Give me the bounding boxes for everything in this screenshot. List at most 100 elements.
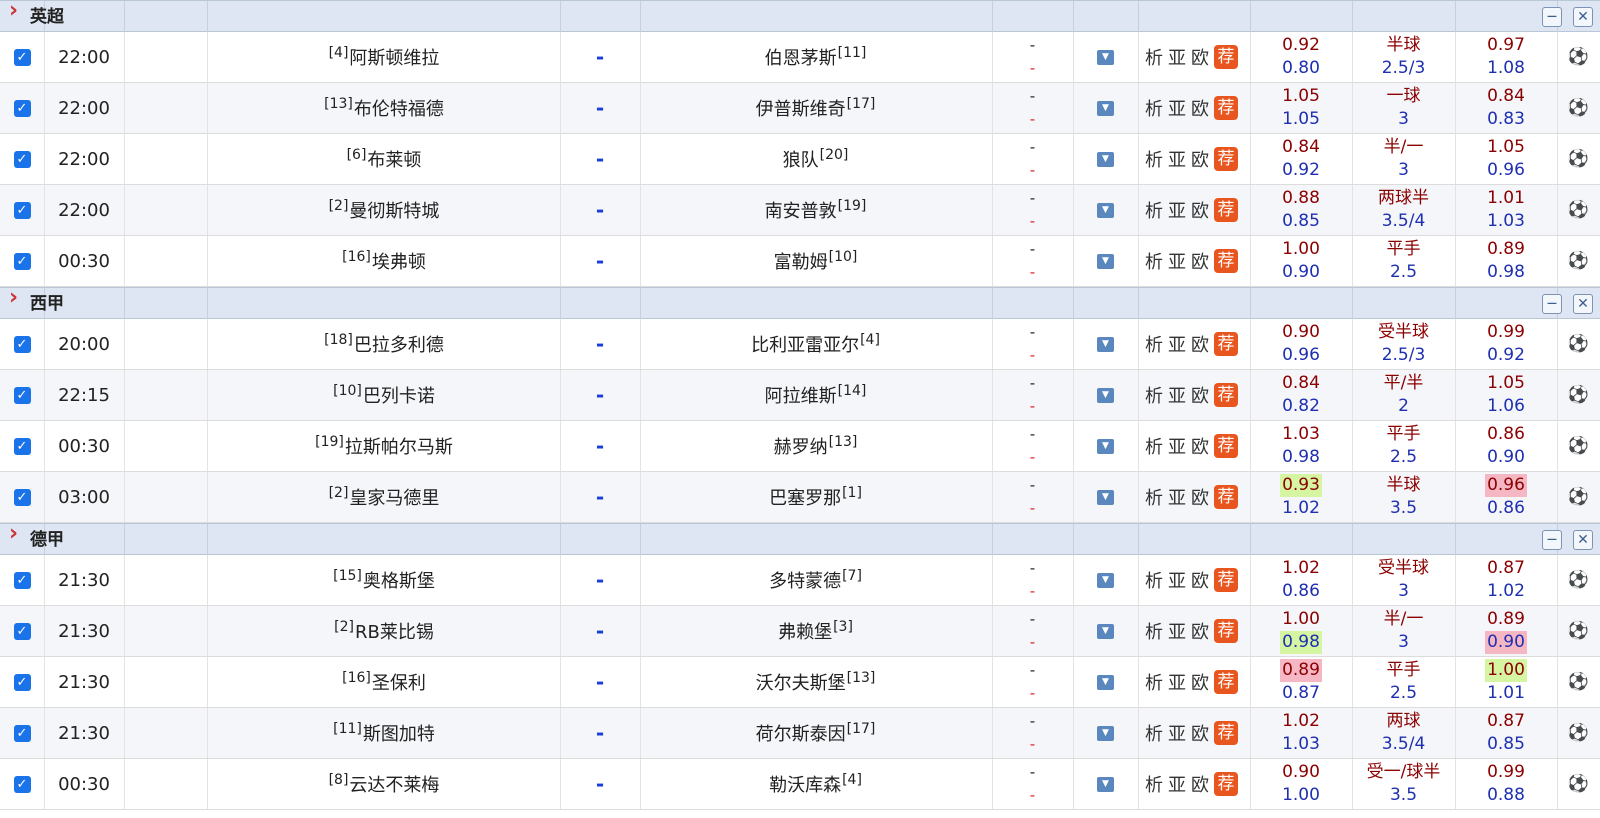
checkbox-checked-icon[interactable]: ✓ — [13, 724, 31, 742]
home-team[interactable]: [10]巴列卡诺 — [332, 382, 435, 408]
football-icon[interactable]: ⚽ — [1568, 436, 1589, 456]
away-team[interactable]: 比利亚雷亚尔[4] — [751, 331, 881, 357]
away-team[interactable]: 阿拉维斯[14] — [765, 382, 868, 408]
home-team[interactable]: [16]圣保利 — [341, 669, 426, 695]
football-icon[interactable]: ⚽ — [1568, 47, 1589, 67]
away-team[interactable]: 多特蒙德[7] — [769, 567, 863, 593]
euro-odds-link[interactable]: 欧 — [1191, 771, 1209, 797]
checkbox-checked-icon[interactable]: ✓ — [13, 775, 31, 793]
dropdown-arrow-icon[interactable]: ▼ — [1097, 202, 1114, 218]
asia-odds-link[interactable]: 亚 — [1168, 720, 1186, 746]
football-icon[interactable]: ⚽ — [1568, 149, 1589, 169]
football-icon[interactable]: ⚽ — [1568, 774, 1589, 794]
recommend-badge[interactable]: 荐 — [1214, 147, 1238, 171]
checkbox-checked-icon[interactable]: ✓ — [13, 48, 31, 66]
euro-odds-link[interactable]: 欧 — [1191, 433, 1209, 459]
football-icon[interactable]: ⚽ — [1568, 570, 1589, 590]
asia-odds-link[interactable]: 亚 — [1168, 331, 1186, 357]
asia-odds-link[interactable]: 亚 — [1168, 618, 1186, 644]
football-icon[interactable]: ⚽ — [1568, 98, 1589, 118]
football-icon[interactable]: ⚽ — [1568, 672, 1589, 692]
asia-odds-link[interactable]: 亚 — [1168, 197, 1186, 223]
euro-odds-link[interactable]: 欧 — [1191, 618, 1209, 644]
home-team[interactable]: [2]RB莱比锡 — [333, 618, 434, 644]
checkbox-checked-icon[interactable]: ✓ — [13, 673, 31, 691]
away-team[interactable]: 巴塞罗那[1] — [769, 484, 863, 510]
recommend-badge[interactable]: 荐 — [1214, 45, 1238, 69]
away-team[interactable]: 沃尔夫斯堡[13] — [756, 669, 877, 695]
home-team[interactable]: [4]阿斯顿维拉 — [328, 44, 440, 70]
dropdown-arrow-icon[interactable]: ▼ — [1097, 674, 1114, 690]
checkbox-checked-icon[interactable]: ✓ — [13, 201, 31, 219]
recommend-badge[interactable]: 荐 — [1214, 619, 1238, 643]
chevron-right-icon[interactable]: › — [9, 0, 18, 22]
asia-odds-link[interactable]: 亚 — [1168, 146, 1186, 172]
analysis-link[interactable]: 析 — [1145, 433, 1163, 459]
recommend-badge[interactable]: 荐 — [1214, 670, 1238, 694]
minimize-icon[interactable]: — — [1542, 294, 1562, 314]
football-icon[interactable]: ⚽ — [1568, 385, 1589, 405]
away-team[interactable]: 伊普斯维奇[17] — [756, 95, 877, 121]
away-team[interactable]: 弗赖堡[3] — [778, 618, 854, 644]
recommend-badge[interactable]: 荐 — [1214, 383, 1238, 407]
asia-odds-link[interactable]: 亚 — [1168, 382, 1186, 408]
asia-odds-link[interactable]: 亚 — [1168, 484, 1186, 510]
football-icon[interactable]: ⚽ — [1568, 487, 1589, 507]
home-team[interactable]: [11]斯图加特 — [332, 720, 435, 746]
recommend-badge[interactable]: 荐 — [1214, 434, 1238, 458]
analysis-link[interactable]: 析 — [1145, 197, 1163, 223]
euro-odds-link[interactable]: 欧 — [1191, 44, 1209, 70]
away-team[interactable]: 勒沃库森[4] — [769, 771, 863, 797]
analysis-link[interactable]: 析 — [1145, 771, 1163, 797]
checkbox-checked-icon[interactable]: ✓ — [13, 386, 31, 404]
home-team[interactable]: [2]曼彻斯特城 — [328, 197, 440, 223]
minimize-icon[interactable]: — — [1542, 530, 1562, 550]
analysis-link[interactable]: 析 — [1145, 95, 1163, 121]
away-team[interactable]: 荷尔斯泰因[17] — [756, 720, 877, 746]
recommend-badge[interactable]: 荐 — [1214, 198, 1238, 222]
close-icon[interactable]: ✕ — [1573, 530, 1593, 550]
euro-odds-link[interactable]: 欧 — [1191, 720, 1209, 746]
football-icon[interactable]: ⚽ — [1568, 251, 1589, 271]
checkbox-checked-icon[interactable]: ✓ — [13, 622, 31, 640]
recommend-badge[interactable]: 荐 — [1214, 332, 1238, 356]
dropdown-arrow-icon[interactable]: ▼ — [1097, 572, 1114, 588]
away-team[interactable]: 伯恩茅斯[11] — [765, 44, 868, 70]
euro-odds-link[interactable]: 欧 — [1191, 95, 1209, 121]
chevron-right-icon[interactable]: › — [9, 523, 18, 545]
checkbox-checked-icon[interactable]: ✓ — [13, 488, 31, 506]
home-team[interactable]: [16]埃弗顿 — [341, 248, 426, 274]
minimize-icon[interactable]: — — [1542, 7, 1562, 27]
football-icon[interactable]: ⚽ — [1568, 621, 1589, 641]
asia-odds-link[interactable]: 亚 — [1168, 95, 1186, 121]
home-team[interactable]: [6]布莱顿 — [346, 146, 422, 172]
close-icon[interactable]: ✕ — [1573, 294, 1593, 314]
checkbox-checked-icon[interactable]: ✓ — [13, 99, 31, 117]
dropdown-arrow-icon[interactable]: ▼ — [1097, 623, 1114, 639]
euro-odds-link[interactable]: 欧 — [1191, 197, 1209, 223]
euro-odds-link[interactable]: 欧 — [1191, 331, 1209, 357]
analysis-link[interactable]: 析 — [1145, 484, 1163, 510]
dropdown-arrow-icon[interactable]: ▼ — [1097, 438, 1114, 454]
asia-odds-link[interactable]: 亚 — [1168, 248, 1186, 274]
analysis-link[interactable]: 析 — [1145, 669, 1163, 695]
recommend-badge[interactable]: 荐 — [1214, 721, 1238, 745]
analysis-link[interactable]: 析 — [1145, 618, 1163, 644]
recommend-badge[interactable]: 荐 — [1214, 568, 1238, 592]
euro-odds-link[interactable]: 欧 — [1191, 484, 1209, 510]
dropdown-arrow-icon[interactable]: ▼ — [1097, 387, 1114, 403]
away-team[interactable]: 富勒姆[10] — [774, 248, 859, 274]
recommend-badge[interactable]: 荐 — [1214, 772, 1238, 796]
dropdown-arrow-icon[interactable]: ▼ — [1097, 725, 1114, 741]
away-team[interactable]: 狼队[20] — [783, 146, 850, 172]
euro-odds-link[interactable]: 欧 — [1191, 382, 1209, 408]
home-team[interactable]: [15]奥格斯堡 — [332, 567, 435, 593]
dropdown-arrow-icon[interactable]: ▼ — [1097, 100, 1114, 116]
analysis-link[interactable]: 析 — [1145, 382, 1163, 408]
away-team[interactable]: 南安普敦[19] — [765, 197, 868, 223]
euro-odds-link[interactable]: 欧 — [1191, 146, 1209, 172]
checkbox-checked-icon[interactable]: ✓ — [13, 335, 31, 353]
home-team[interactable]: [19]拉斯帕尔马斯 — [314, 433, 453, 459]
dropdown-arrow-icon[interactable]: ▼ — [1097, 776, 1114, 792]
away-team[interactable]: 赫罗纳[13] — [774, 433, 859, 459]
